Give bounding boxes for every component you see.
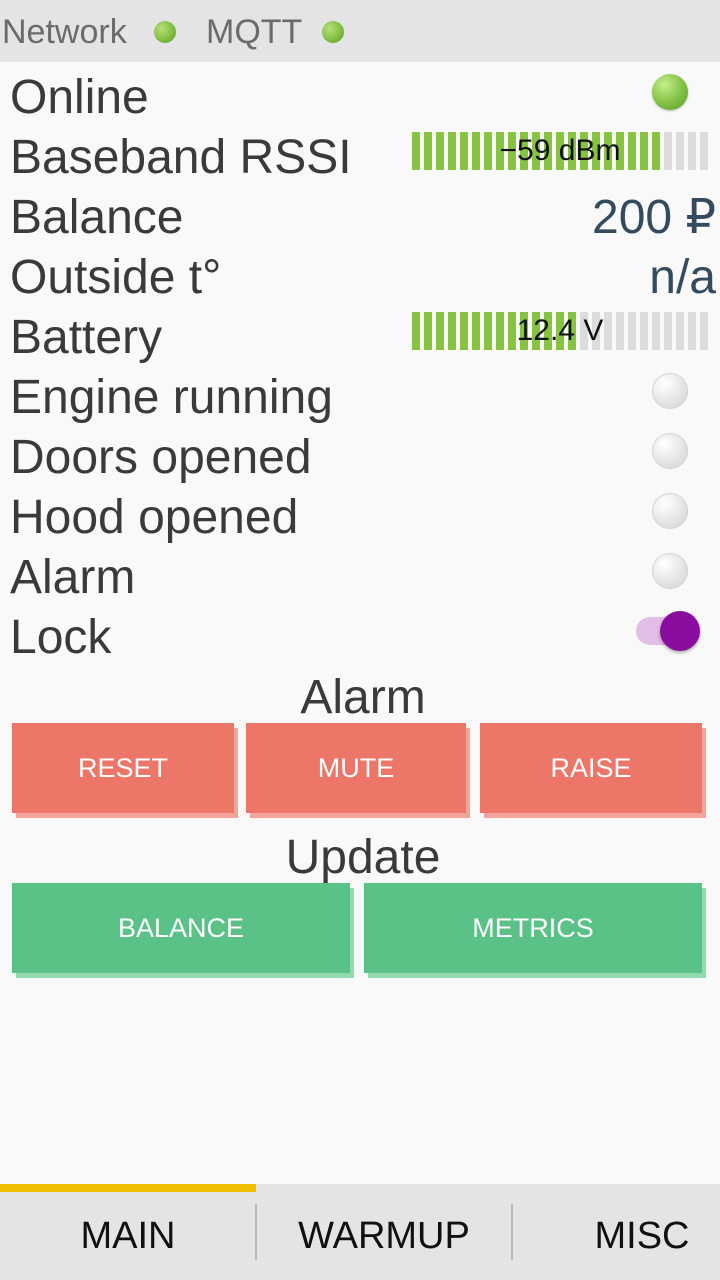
hood-opened-label: Hood opened	[10, 491, 299, 544]
mqtt-label: MQTT	[206, 13, 303, 51]
tab-warmup[interactable]: WARMUP	[257, 1192, 511, 1280]
active-tab-indicator	[0, 1184, 256, 1192]
rssi-label: Baseband RSSI	[10, 131, 352, 184]
lock-toggle[interactable]	[636, 611, 702, 653]
reset-button[interactable]: RESET	[12, 723, 234, 813]
update-section-title: Update	[285, 831, 441, 884]
engine-running-label: Engine running	[10, 371, 333, 424]
balance-label: Balance	[10, 191, 184, 244]
balance-value: 200 ₽	[592, 191, 716, 244]
mqtt-status-indicator-icon	[322, 21, 344, 43]
alarm-indicator-icon	[652, 553, 688, 589]
update-metrics-button[interactable]: METRICS	[364, 883, 702, 973]
engine-running-indicator-icon	[652, 373, 688, 409]
online-indicator-icon	[652, 74, 688, 110]
doors-opened-indicator-icon	[652, 433, 688, 469]
tab-bar: MAIN WARMUP MISC	[0, 1184, 720, 1280]
network-status-indicator-icon	[154, 21, 176, 43]
tab-main[interactable]: MAIN	[0, 1192, 256, 1280]
hood-opened-indicator-icon	[652, 493, 688, 529]
rssi-value: −59 dBm	[499, 134, 621, 167]
outside-temp-label: Outside t°	[10, 251, 222, 304]
lock-label: Lock	[10, 611, 112, 664]
tab-misc[interactable]: MISC	[513, 1192, 720, 1280]
battery-value: 12.4 V	[516, 314, 604, 347]
status-bar: Network MQTT	[0, 0, 720, 62]
update-balance-button[interactable]: BALANCE	[12, 883, 350, 973]
lock-toggle-knob	[660, 611, 700, 651]
network-label: Network	[2, 13, 127, 51]
alarm-section-title: Alarm	[300, 671, 426, 724]
doors-opened-label: Doors opened	[10, 431, 312, 484]
mute-button[interactable]: MUTE	[246, 723, 466, 813]
outside-temp-value: n/a	[649, 251, 716, 304]
online-label: Online	[10, 71, 149, 124]
alarm-label: Alarm	[10, 551, 136, 604]
battery-label: Battery	[10, 311, 163, 364]
raise-button[interactable]: RAISE	[480, 723, 702, 813]
